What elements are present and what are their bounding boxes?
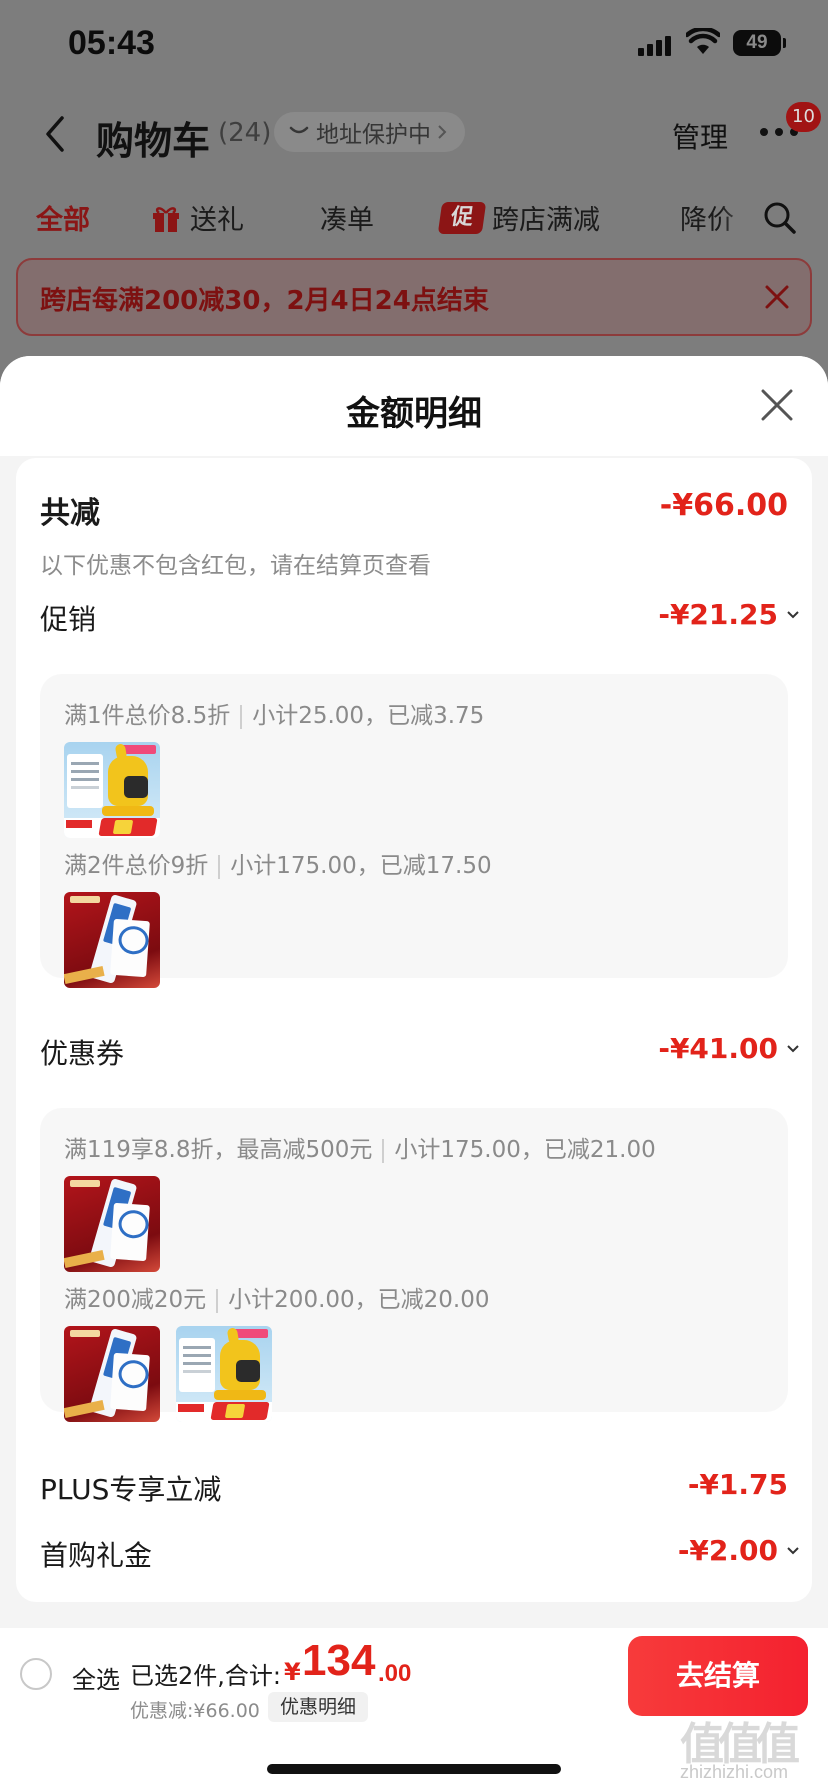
total-discount-value: -¥66.00 xyxy=(659,488,788,523)
chevron-down-icon xyxy=(787,610,799,618)
promotion-rule: 满2件总价9折 小计175.00，已减17.50 xyxy=(64,846,492,880)
coupon-group: 满119享8.8折，最高减500元 小计175.00，已减21.00 满200减2… xyxy=(40,1108,788,1422)
coupon-rule: 满200减20元 小计200.00，已减20.00 xyxy=(64,1280,490,1314)
promo-badge-icon: 促 xyxy=(437,201,487,234)
chevron-down-icon xyxy=(787,1044,799,1052)
watermark-logo: 值值值 zhizhizhi.com xyxy=(676,1708,826,1788)
rule-condition: 满1件总价8.5折 xyxy=(64,703,231,729)
select-all-checkbox[interactable] xyxy=(20,1658,52,1690)
chevron-right-icon xyxy=(438,125,447,139)
tab-bundle[interactable]: 凑单 xyxy=(320,198,374,237)
tab-gift[interactable]: 送礼 xyxy=(150,198,244,237)
plus-discount-label: PLUS专享立减 xyxy=(40,1473,222,1506)
shield-icon xyxy=(289,126,309,134)
promo-banner-text: 跨店每满200减30，2月4日24点结束 xyxy=(40,286,489,316)
first-purchase-gift-value: -¥2.00 xyxy=(677,1534,778,1567)
select-all-label[interactable]: 全选 xyxy=(72,1660,120,1695)
sheet-title: 金额明细 xyxy=(346,394,482,434)
checkout-bar: 全选 已选2件,合计: ¥ 134 .00 优惠减:¥66.00 优惠明细 去结… xyxy=(0,1628,828,1792)
gift-icon xyxy=(153,206,179,232)
rule-divider xyxy=(382,1138,385,1163)
close-icon[interactable] xyxy=(764,284,790,310)
battery-icon: 49 xyxy=(733,30,786,56)
close-icon[interactable] xyxy=(760,388,794,422)
discount-card: 共减 -¥66.00 以下优惠不包含红包，请在结算页查看 促销 -¥21.25 … xyxy=(16,458,812,1602)
back-icon[interactable] xyxy=(40,114,70,154)
rule-summary: 小计175.00，已减21.00 xyxy=(394,1137,656,1163)
status-bar: 05:43 49 xyxy=(0,0,828,90)
amount-detail-sheet: 金额明细 共减 -¥66.00 以下优惠不包含红包，请在结算页查看 促销 -¥2… xyxy=(0,356,828,1792)
promotion-value: -¥21.25 xyxy=(658,598,778,631)
chevron-down-icon xyxy=(787,1546,799,1554)
tab-all[interactable]: 全部 xyxy=(36,198,90,237)
cart-page-background: 05:43 49 购物车 (24) 地址保护中 管理 10 全部 送礼 凑单 促… xyxy=(0,0,828,370)
rule-summary: 小计200.00，已减20.00 xyxy=(228,1287,490,1313)
discount-detail-button[interactable]: 优惠明细 xyxy=(268,1692,369,1722)
sheet-header: 金额明细 xyxy=(0,356,828,456)
checkout-button[interactable]: 去结算 xyxy=(628,1636,808,1716)
search-icon[interactable] xyxy=(762,200,798,236)
tab-label: 跨店满减 xyxy=(492,205,600,236)
watermark-text: zhizhizhi.com xyxy=(680,1762,789,1782)
coupon-label: 优惠券 xyxy=(40,1037,125,1070)
address-protection-pill[interactable]: 地址保护中 xyxy=(274,112,465,152)
manage-button[interactable]: 管理 xyxy=(672,116,728,156)
tab-label: 凑单 xyxy=(320,205,374,236)
promotion-group: 满1件总价8.5折 小计25.00，已减3.75 满2件总价9折 小计175.00，… xyxy=(40,674,788,988)
promotion-toggle[interactable]: -¥21.25 xyxy=(658,598,800,631)
rule-divider xyxy=(216,1288,219,1313)
total-discount-note: 以下优惠不包含红包，请在结算页查看 xyxy=(40,553,431,579)
coupon-value: -¥41.00 xyxy=(658,1032,778,1065)
coupon-toggle[interactable]: -¥41.00 xyxy=(658,1032,800,1065)
total-discount-label: 共减 xyxy=(40,496,100,531)
selected-summary: 已选2件,合计: xyxy=(130,1662,281,1690)
tab-cross-store-discount[interactable]: 促 跨店满减 xyxy=(437,198,600,237)
product-thumbnail[interactable] xyxy=(176,1326,272,1422)
battery-level: 49 xyxy=(746,32,768,53)
signal-icon xyxy=(638,34,674,56)
tab-label: 送礼 xyxy=(190,205,244,236)
cart-count: (24) xyxy=(218,118,272,148)
page-title: 购物车 xyxy=(96,119,211,163)
product-thumbnail[interactable] xyxy=(64,1326,160,1422)
rule-condition: 满200减20元 xyxy=(64,1287,207,1313)
home-indicator xyxy=(267,1764,561,1774)
tab-label: 全部 xyxy=(36,205,90,236)
message-badge: 10 xyxy=(786,102,821,132)
product-thumbnail[interactable] xyxy=(64,1176,160,1272)
plus-discount-value: -¥1.75 xyxy=(687,1468,788,1501)
rule-summary: 小计175.00，已减17.50 xyxy=(230,853,492,879)
rule-divider xyxy=(218,854,221,879)
wifi-icon xyxy=(686,28,720,54)
saved-amount: 优惠减:¥66.00 xyxy=(130,1700,260,1722)
price-integer: 134 xyxy=(302,1636,376,1685)
first-purchase-gift-label: 首购礼金 xyxy=(40,1539,153,1572)
tab-fade xyxy=(720,188,760,248)
rule-summary: 小计25.00，已减3.75 xyxy=(252,703,485,729)
cart-tabs: 全部 送礼 凑单 促 跨店满减 降价 xyxy=(0,188,828,248)
promotion-rule: 满1件总价8.5折 小计25.00，已减3.75 xyxy=(64,696,484,730)
address-protection-label: 地址保护中 xyxy=(316,122,431,148)
first-purchase-gift-toggle[interactable]: -¥2.00 xyxy=(678,1534,800,1567)
rule-condition: 满2件总价9折 xyxy=(64,853,209,879)
promotion-label: 促销 xyxy=(40,603,97,636)
nav-bar: 购物车 (24) 地址保护中 管理 10 xyxy=(0,96,828,172)
product-thumbnail[interactable] xyxy=(64,742,160,838)
price-decimal: .00 xyxy=(378,1660,412,1687)
rule-divider xyxy=(240,704,243,729)
coupon-rule: 满119享8.8折，最高减500元 小计175.00，已减21.00 xyxy=(64,1130,656,1164)
rule-condition: 满119享8.8折，最高减500元 xyxy=(64,1137,373,1163)
status-time: 05:43 xyxy=(68,24,155,62)
product-thumbnail[interactable] xyxy=(64,892,160,988)
price-currency: ¥ xyxy=(284,1658,301,1686)
promo-banner: 跨店每满200减30，2月4日24点结束 xyxy=(16,258,812,336)
